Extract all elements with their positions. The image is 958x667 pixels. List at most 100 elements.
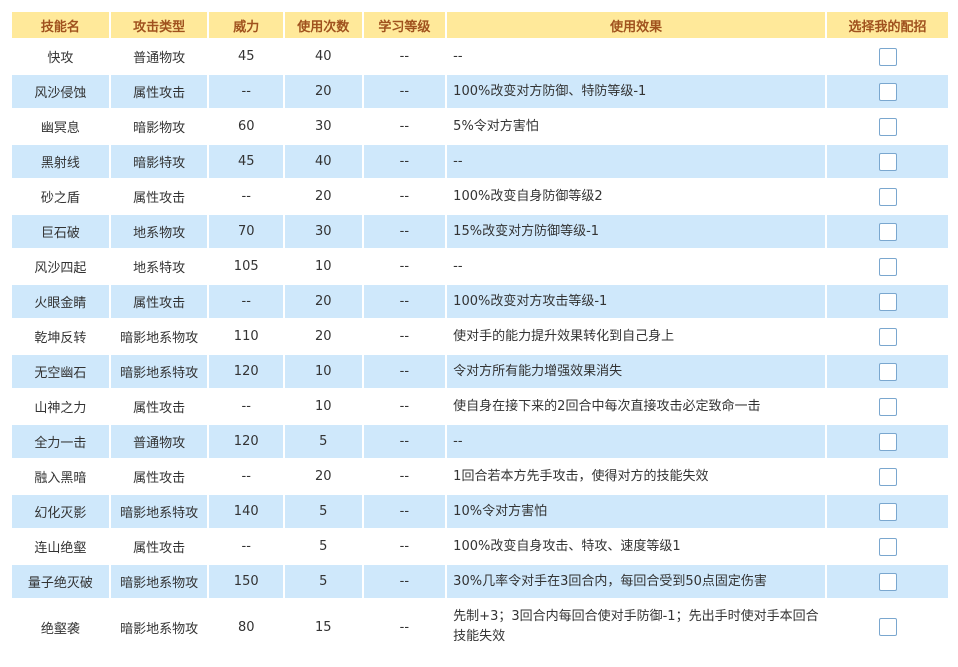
skill-name-cell: 连山绝壑: [12, 530, 109, 563]
pp-cell: 30: [284, 110, 362, 143]
skill-name-cell: 火眼金睛: [12, 285, 109, 318]
learn-level-cell: --: [363, 110, 446, 143]
pp-cell: 20: [284, 320, 362, 353]
learn-level-cell: --: [363, 460, 446, 493]
table-row: 幽冥息 暗影物攻 60 30 -- 5%令对方害怕: [12, 110, 948, 143]
effect-cell: 15%改变对方防御等级-1: [447, 215, 826, 248]
pp-cell: 5: [284, 530, 362, 563]
select-skill-checkbox[interactable]: [878, 222, 897, 241]
select-cell: [827, 40, 948, 73]
select-cell: [827, 530, 948, 563]
effect-cell: 令对方所有能力增强效果消失: [447, 355, 826, 388]
skill-name-cell: 绝壑袭: [12, 600, 109, 654]
learn-level-cell: --: [363, 285, 446, 318]
select-skill-checkbox[interactable]: [878, 502, 897, 521]
table-header-row: 技能名 攻击类型 威力 使用次数 学习等级 使用效果 选择我的配招: [12, 12, 948, 38]
effect-cell: 100%改变对方攻击等级-1: [447, 285, 826, 318]
power-cell: 140: [209, 495, 283, 528]
attack-type-cell: 暗影地系物攻: [110, 565, 208, 598]
effect-cell: 100%改变自身防御等级2: [447, 180, 826, 213]
learn-level-cell: --: [363, 145, 446, 178]
effect-cell: 1回合若本方先手攻击，使得对方的技能失效: [447, 460, 826, 493]
learn-level-cell: --: [363, 565, 446, 598]
effect-cell: 100%改变自身攻击、特攻、速度等级1: [447, 530, 826, 563]
skill-name-cell: 巨石破: [12, 215, 109, 248]
table-row: 全力一击 普通物攻 120 5 -- --: [12, 425, 948, 458]
effect-cell: --: [447, 145, 826, 178]
select-skill-checkbox[interactable]: [878, 82, 897, 101]
select-cell: [827, 110, 948, 143]
power-cell: --: [209, 180, 283, 213]
effect-cell: 使对手的能力提升效果转化到自己身上: [447, 320, 826, 353]
effect-cell: 10%令对方害怕: [447, 495, 826, 528]
attack-type-cell: 普通物攻: [110, 425, 208, 458]
pp-cell: 15: [284, 600, 362, 654]
select-cell: [827, 390, 948, 423]
table-row: 量子绝灭破 暗影地系物攻 150 5 -- 30%几率令对手在3回合内，每回合受到50点固…: [12, 565, 948, 598]
select-cell: [827, 425, 948, 458]
select-skill-checkbox[interactable]: [878, 257, 897, 276]
select-skill-checkbox[interactable]: [878, 117, 897, 136]
learn-level-cell: --: [363, 355, 446, 388]
learn-level-cell: --: [363, 40, 446, 73]
skill-name-cell: 山神之力: [12, 390, 109, 423]
table-row: 连山绝壑 属性攻击 -- 5 -- 100%改变自身攻击、特攻、速度等级1: [12, 530, 948, 563]
pp-cell: 30: [284, 215, 362, 248]
attack-type-cell: 属性攻击: [110, 460, 208, 493]
select-skill-checkbox[interactable]: [878, 292, 897, 311]
select-skill-checkbox[interactable]: [878, 432, 897, 451]
select-cell: [827, 320, 948, 353]
skill-name-cell: 快攻: [12, 40, 109, 73]
select-cell: [827, 565, 948, 598]
select-cell: [827, 355, 948, 388]
table-row: 乾坤反转 暗影地系物攻 110 20 -- 使对手的能力提升效果转化到自己身上: [12, 320, 948, 353]
select-skill-checkbox[interactable]: [878, 362, 897, 381]
table-row: 火眼金睛 属性攻击 -- 20 -- 100%改变对方攻击等级-1: [12, 285, 948, 318]
select-cell: [827, 180, 948, 213]
power-cell: 45: [209, 40, 283, 73]
attack-type-cell: 属性攻击: [110, 530, 208, 563]
attack-type-cell: 暗影地系特攻: [110, 495, 208, 528]
pp-cell: 20: [284, 180, 362, 213]
power-cell: --: [209, 460, 283, 493]
power-cell: --: [209, 390, 283, 423]
skill-name-cell: 乾坤反转: [12, 320, 109, 353]
power-cell: 45: [209, 145, 283, 178]
header-effect: 使用效果: [447, 12, 826, 38]
power-cell: 150: [209, 565, 283, 598]
power-cell: --: [209, 285, 283, 318]
select-cell: [827, 145, 948, 178]
power-cell: --: [209, 75, 283, 108]
effect-cell: --: [447, 250, 826, 283]
select-skill-checkbox[interactable]: [878, 47, 897, 66]
learn-level-cell: --: [363, 495, 446, 528]
header-skill-name: 技能名: [12, 12, 109, 38]
table-row: 幻化灭影 暗影地系特攻 140 5 -- 10%令对方害怕: [12, 495, 948, 528]
select-skill-checkbox[interactable]: [878, 618, 897, 636]
learn-level-cell: --: [363, 425, 446, 458]
table-row: 绝壑袭 暗影地系物攻 80 15 -- 先制+3；3回合内每回合使对手防御-1；先出手时使…: [12, 600, 948, 654]
table-row: 山神之力 属性攻击 -- 10 -- 使自身在接下来的2回合中每次直接攻击必定致命一击: [12, 390, 948, 423]
attack-type-cell: 暗影物攻: [110, 110, 208, 143]
attack-type-cell: 属性攻击: [110, 180, 208, 213]
select-skill-checkbox[interactable]: [878, 537, 897, 556]
select-skill-checkbox[interactable]: [878, 327, 897, 346]
learn-level-cell: --: [363, 180, 446, 213]
skill-name-cell: 融入黑暗: [12, 460, 109, 493]
select-cell: [827, 215, 948, 248]
skill-table-body: 快攻 普通物攻 45 40 -- -- 风沙侵蚀 属性攻击 -- 20 -- 100%改变对方防御、特…: [12, 40, 948, 654]
select-skill-checkbox[interactable]: [878, 572, 897, 591]
select-skill-checkbox[interactable]: [878, 152, 897, 171]
select-skill-checkbox[interactable]: [878, 397, 897, 416]
attack-type-cell: 普通物攻: [110, 40, 208, 73]
table-row: 巨石破 地系物攻 70 30 -- 15%改变对方防御等级-1: [12, 215, 948, 248]
header-power: 威力: [209, 12, 283, 38]
attack-type-cell: 暗影地系物攻: [110, 320, 208, 353]
learn-level-cell: --: [363, 600, 446, 654]
attack-type-cell: 属性攻击: [110, 390, 208, 423]
select-skill-checkbox[interactable]: [878, 467, 897, 486]
power-cell: --: [209, 530, 283, 563]
select-skill-checkbox[interactable]: [878, 187, 897, 206]
skill-name-cell: 幻化灭影: [12, 495, 109, 528]
learn-level-cell: --: [363, 320, 446, 353]
